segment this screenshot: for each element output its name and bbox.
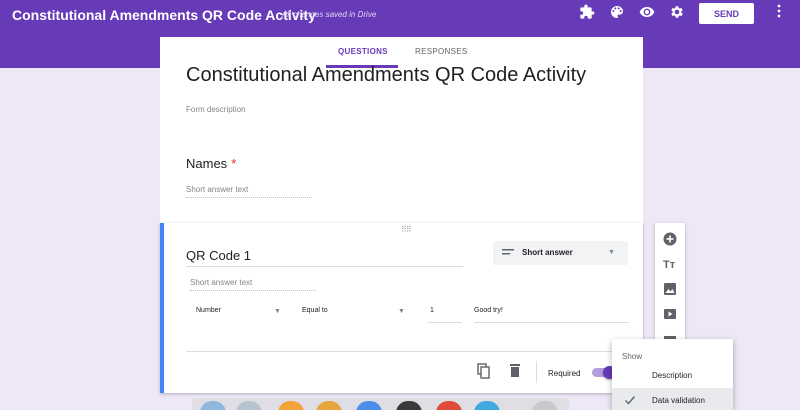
- form-description-field[interactable]: Form description: [186, 105, 246, 114]
- tab-questions[interactable]: QUESTIONS: [338, 47, 388, 56]
- short-answer-placeholder: Short answer text: [190, 278, 316, 291]
- question-title-input[interactable]: QR Code 1: [186, 248, 463, 267]
- palette-icon[interactable]: [608, 4, 626, 22]
- validation-type-label: Number: [196, 307, 221, 314]
- menu-item-label: Data validation: [652, 396, 705, 405]
- eye-icon[interactable]: [638, 4, 656, 22]
- form-header-card: Constitutional Amendments QR Code Activi…: [160, 64, 643, 140]
- question-card-active[interactable]: ⠿⠿ QR Code 1 Short answer ▼ Short answer…: [160, 223, 643, 393]
- save-status: All changes saved in Drive: [282, 10, 377, 19]
- add-video-icon[interactable]: [663, 307, 677, 321]
- finder-icon[interactable]: [200, 401, 226, 410]
- tab-responses[interactable]: RESPONSES: [415, 47, 468, 56]
- validation-condition-label: Equal to: [302, 307, 328, 314]
- validation-value-input[interactable]: 1: [428, 303, 462, 323]
- photos-icon[interactable]: [278, 401, 304, 410]
- question-title-text: Names: [186, 156, 228, 171]
- question-card-names[interactable]: Names * Short answer text: [160, 140, 643, 223]
- calendar-icon[interactable]: [356, 401, 382, 410]
- custom-error-input[interactable]: Good try!: [474, 303, 629, 323]
- question-type-label: Short answer: [522, 248, 573, 257]
- short-text-icon: [502, 247, 514, 260]
- gear-icon[interactable]: [668, 4, 686, 22]
- form-name[interactable]: Constitutional Amendments QR Code Activi…: [12, 7, 316, 23]
- card-footer-divider: [186, 351, 629, 352]
- side-toolbar: Tт: [655, 223, 685, 343]
- form-title[interactable]: Constitutional Amendments QR Code Activi…: [186, 64, 586, 87]
- check-icon: [624, 394, 636, 406]
- required-label: Required: [548, 369, 581, 378]
- chevron-down-icon: ▼: [398, 308, 405, 315]
- add-question-icon[interactable]: [663, 232, 677, 246]
- svg-text:Tт: Tт: [663, 259, 676, 271]
- chrome-icon[interactable]: [436, 401, 462, 410]
- chevron-down-icon: ▼: [608, 249, 615, 256]
- appstore-icon[interactable]: [474, 401, 500, 410]
- notes-icon[interactable]: [316, 401, 342, 410]
- footer-divider: [536, 361, 537, 383]
- trash-icon[interactable]: [509, 363, 521, 377]
- os-dock: [192, 398, 569, 410]
- required-toggle[interactable]: [592, 366, 616, 379]
- menu-header: Show: [622, 352, 643, 361]
- short-answer-placeholder: Short answer text: [186, 185, 312, 198]
- duplicate-icon[interactable]: [477, 363, 491, 379]
- show-menu: Show Description Data validation: [612, 339, 733, 410]
- launchpad-icon[interactable]: [236, 401, 262, 410]
- add-title-icon[interactable]: Tт: [663, 257, 677, 271]
- menu-item-data-validation[interactable]: Data validation: [612, 388, 733, 410]
- send-button[interactable]: SEND: [699, 3, 754, 24]
- puzzle-icon[interactable]: [578, 4, 596, 22]
- terminal-icon[interactable]: [396, 401, 422, 410]
- validation-row: Number ▼ Equal to ▼ 1 Good try!: [164, 303, 647, 323]
- required-asterisk: *: [231, 156, 237, 171]
- question-title: Names *: [186, 156, 236, 171]
- validation-condition-select[interactable]: Equal to ▼: [292, 303, 408, 323]
- question-type-dropdown[interactable]: Short answer ▼: [493, 241, 628, 265]
- add-image-icon[interactable]: [663, 282, 677, 296]
- menu-item-label: Description: [652, 371, 693, 380]
- chevron-down-icon: ▼: [274, 308, 281, 315]
- menu-item-description[interactable]: Description: [612, 363, 733, 387]
- more-vert-icon[interactable]: [772, 4, 786, 22]
- drag-handle-icon[interactable]: ⠿⠿: [401, 225, 412, 234]
- validation-type-select[interactable]: Number ▼: [186, 303, 292, 323]
- preview-icon[interactable]: [532, 401, 558, 410]
